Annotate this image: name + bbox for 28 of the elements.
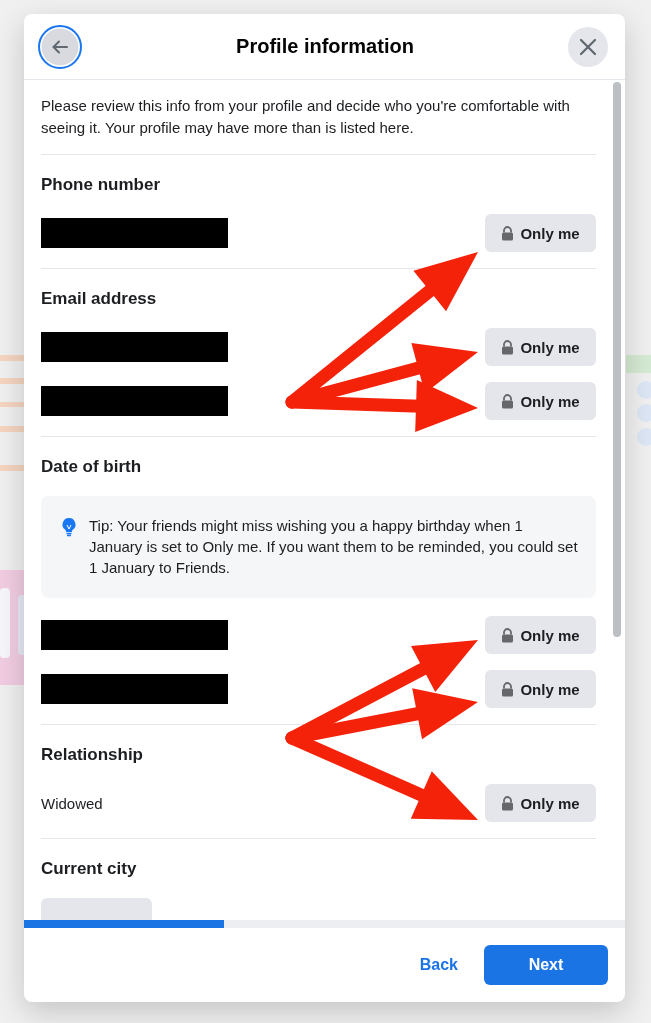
section-title: Relationship: [41, 744, 144, 766]
audience-button[interactable]: Only me: [485, 784, 596, 822]
back-link[interactable]: Back: [413, 948, 464, 982]
tip-text: Tip: Your friends might miss wishing you a happy birthday when 1 January is set to Only me. If you want them to be reminded, you could set 1 January to Friends.: [89, 516, 579, 578]
back-button[interactable]: [38, 24, 82, 69]
audience-button[interactable]: Only me: [485, 214, 596, 252]
lock-icon: [501, 795, 515, 811]
audience-button[interactable]: Only me: [485, 328, 596, 366]
scrollbar[interactable]: [613, 82, 621, 637]
close-button[interactable]: [568, 26, 608, 67]
lock-icon: [501, 225, 515, 241]
dialog-title: Profile information: [236, 35, 414, 58]
lock-icon: [501, 627, 515, 643]
lock-icon: [501, 393, 515, 409]
section-title: Current city: [41, 858, 138, 880]
section-title: Phone number: [41, 174, 161, 196]
field-value: Widowed: [41, 794, 103, 812]
intro-text: Please review this info from your profile and decide who you're comfortable with seeing it. Your profile may have more than is listed here.: [41, 95, 596, 155]
lock-icon: [501, 681, 515, 697]
audience-button[interactable]: Only me: [485, 382, 596, 420]
audience-button[interactable]: Only me: [485, 616, 596, 654]
lock-icon: [501, 339, 515, 355]
section-title: Date of birth: [41, 456, 143, 478]
audience-button[interactable]: Only me: [485, 670, 596, 708]
next-button[interactable]: Next: [484, 945, 608, 985]
lightbulb-icon: [61, 517, 77, 537]
close-icon: [579, 37, 597, 56]
section-title: Email address: [41, 288, 158, 310]
